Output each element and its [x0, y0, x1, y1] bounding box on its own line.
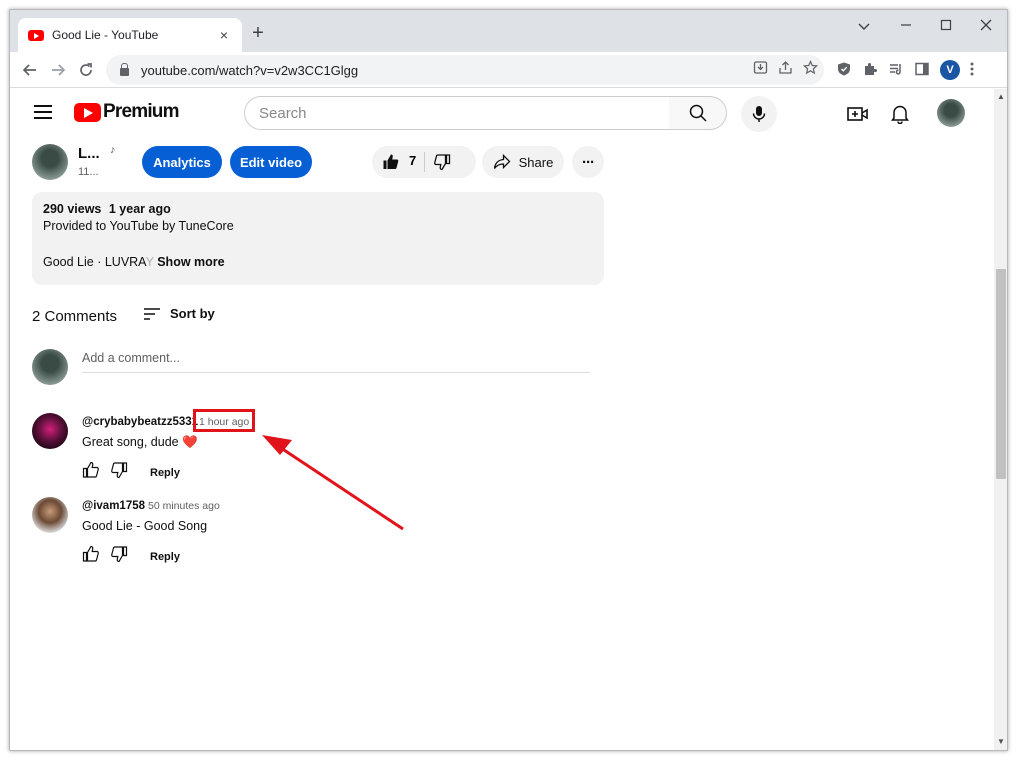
new-tab-button[interactable]: +	[246, 22, 270, 45]
forward-icon[interactable]	[46, 58, 70, 82]
youtube-favicon-icon	[28, 29, 44, 41]
profile-avatar[interactable]: V	[940, 60, 960, 80]
back-icon[interactable]	[18, 58, 42, 82]
extension-shield-icon[interactable]	[836, 61, 852, 80]
lock-icon	[120, 62, 129, 76]
scroll-down-arrow-icon[interactable]: ▼	[997, 737, 1005, 746]
media-control-icon[interactable]	[888, 61, 904, 80]
scrollbar-thumb[interactable]	[996, 269, 1006, 479]
side-panel-icon[interactable]	[914, 61, 930, 80]
annotation-arrow	[262, 435, 404, 531]
maximize-icon[interactable]	[932, 18, 960, 34]
install-app-icon[interactable]	[753, 60, 768, 78]
reload-icon[interactable]	[74, 58, 98, 82]
extensions-puzzle-icon[interactable]	[862, 61, 878, 80]
tab-strip: Good Lie - YouTube × +	[10, 10, 1007, 52]
tab-youtube[interactable]: Good Lie - YouTube ×	[18, 18, 242, 52]
browser-toolbar: youtube.com/watch?v=v2w3CC1Glgg V	[10, 52, 1007, 88]
bookmark-star-icon[interactable]	[802, 60, 819, 78]
page-scrollbar[interactable]: ▲ ▼	[994, 89, 1007, 750]
share-page-icon[interactable]	[778, 60, 793, 78]
browser-window: Good Lie - YouTube × + youtube.com/watch…	[9, 9, 1008, 751]
minimize-icon[interactable]	[892, 18, 920, 34]
browser-menu-icon[interactable]	[970, 61, 974, 80]
tab-search-chevron-icon[interactable]	[850, 18, 878, 34]
close-window-icon[interactable]	[972, 18, 1000, 34]
youtube-page: Premium Search L... ♪ 11... Analytics Ed…	[10, 89, 994, 750]
address-bar[interactable]: youtube.com/watch?v=v2w3CC1Glgg	[106, 55, 824, 85]
url-text: youtube.com/watch?v=v2w3CC1Glgg	[141, 62, 359, 78]
scroll-up-arrow-icon[interactable]: ▲	[997, 92, 1005, 101]
tab-close-icon[interactable]: ×	[216, 27, 232, 43]
tab-title: Good Lie - YouTube	[52, 28, 159, 42]
